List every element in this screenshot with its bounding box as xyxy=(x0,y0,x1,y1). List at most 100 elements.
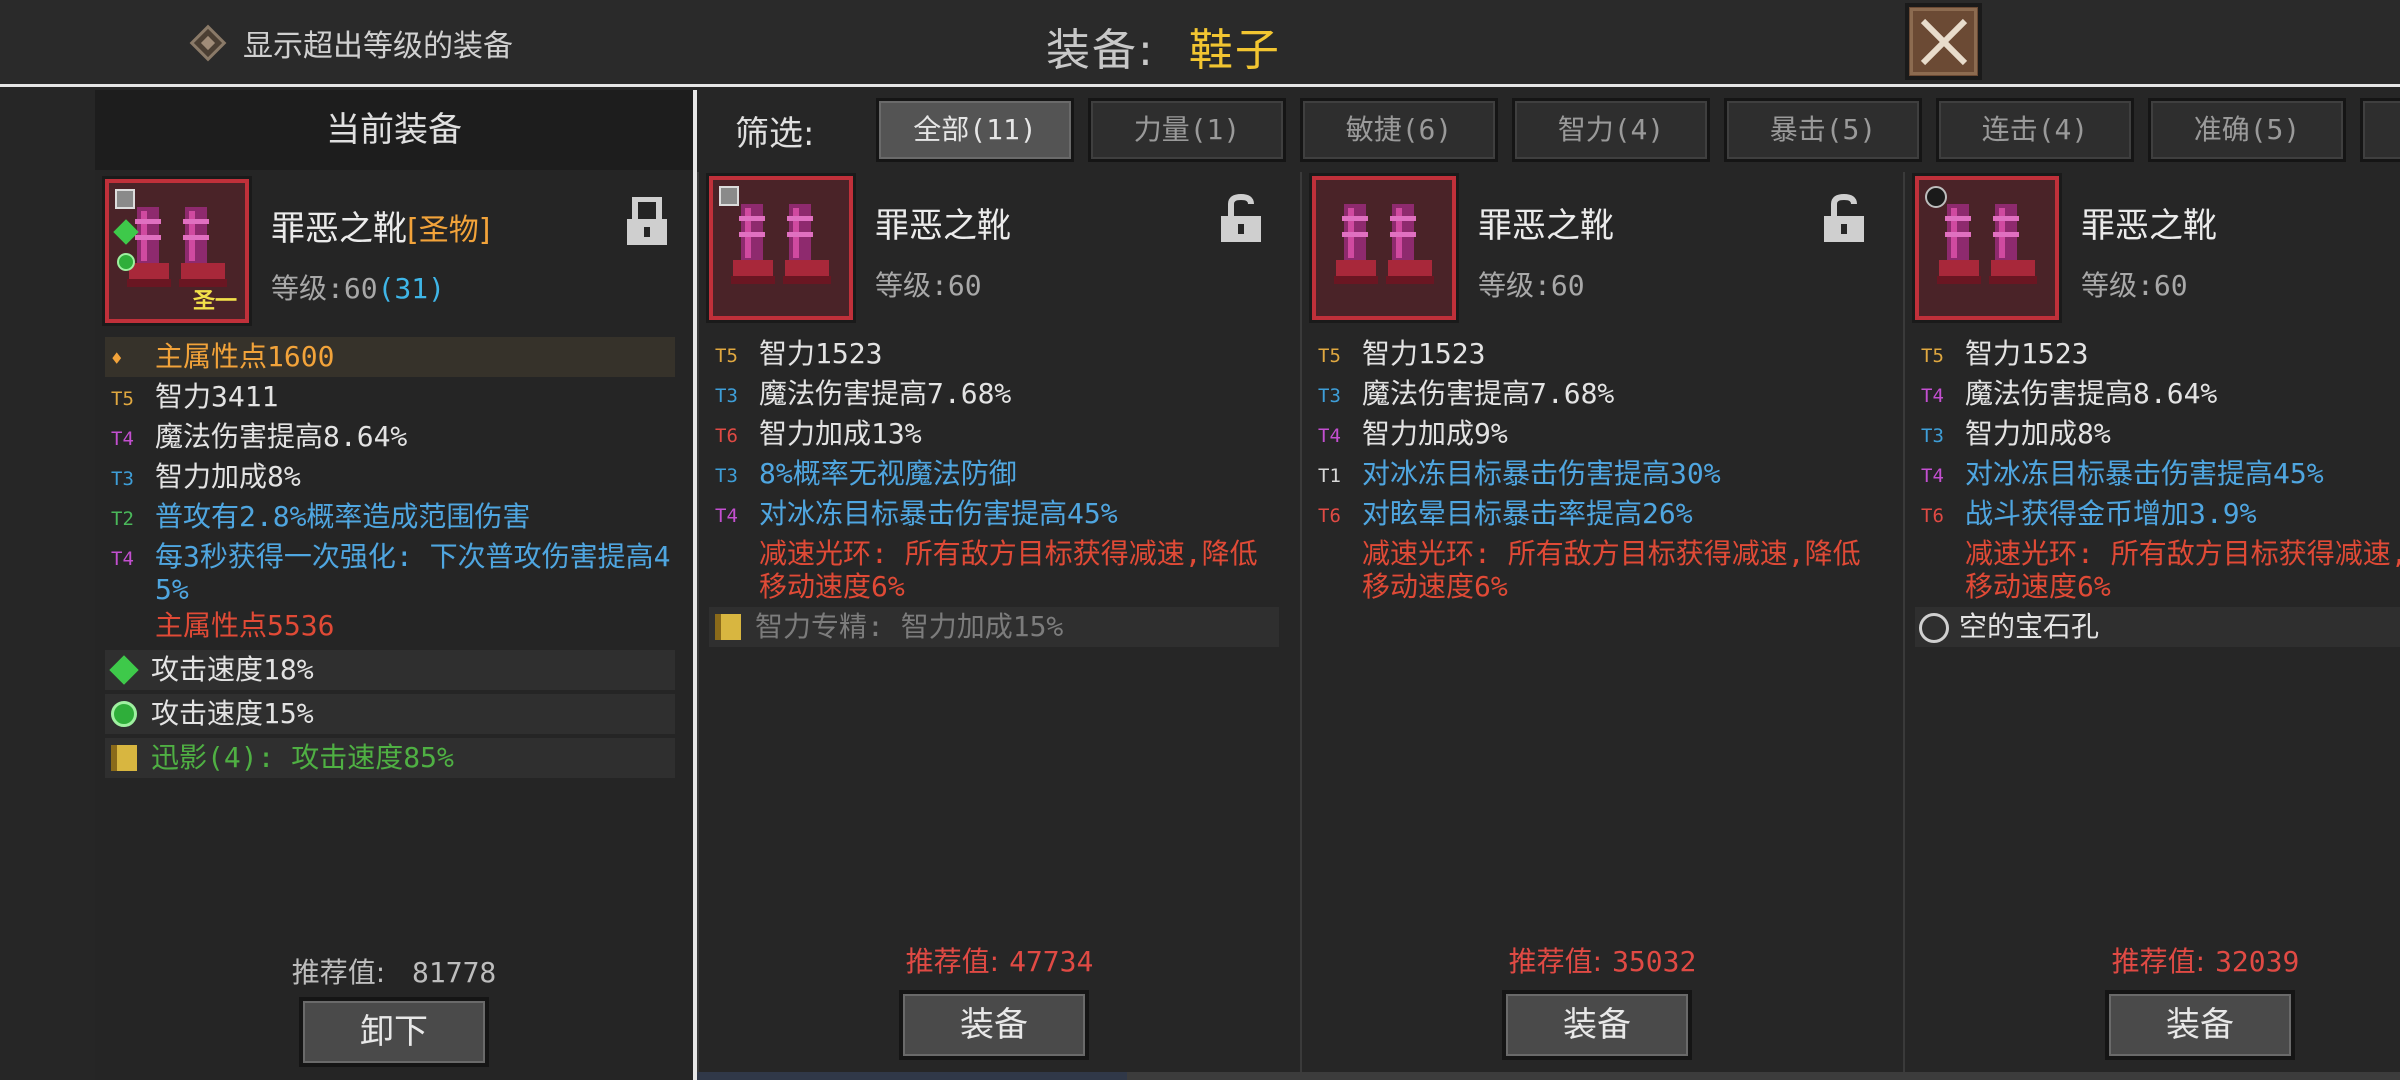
attr-text: 智力加成13% xyxy=(759,417,922,450)
main-attr-text: 主属性点1600 xyxy=(155,340,335,373)
socket-row: 空的宝石孔 xyxy=(1915,607,2400,647)
close-button[interactable] xyxy=(1905,3,1982,80)
filter-tab[interactable]: 全部(11) xyxy=(876,98,1074,162)
tier-label: T2 xyxy=(111,508,134,530)
lock-open-icon[interactable] xyxy=(1219,194,1263,244)
item-icon-frame[interactable]: 圣一 xyxy=(102,176,252,326)
current-equipment-panel: 当前装备 圣一 罪恶之靴[圣物] 等级:60(31) ♦ 主属性点1600 T5… xyxy=(95,90,693,1080)
recommend-label: 推荐值: xyxy=(2111,945,2206,978)
tier-label: T3 xyxy=(715,385,738,407)
flame-icon: ♦ xyxy=(111,348,123,370)
filter-tab[interactable]: 暴击(5) xyxy=(1724,98,1922,162)
attr-list: T5 智力1523 T4 魔法伤害提高8.64% T3 智力加成8% T4 对冰冻目标暴击伤害… xyxy=(1915,334,2400,647)
tier-label: T4 xyxy=(111,428,134,450)
attr-row: T6 智力加成13% xyxy=(709,414,1299,454)
current-item-level: 等级:60(31) xyxy=(271,267,445,307)
filter-tab[interactable]: 智力(4) xyxy=(1512,98,1710,162)
item-icon-frame[interactable] xyxy=(706,173,856,323)
attr-text: 普攻有2.8%概率造成范围伤害 xyxy=(155,500,531,533)
current-attr-list: ♦ 主属性点1600 T5 智力3411 T4 魔法伤害提高8.64% T3 智力加成8%… xyxy=(105,337,675,778)
tier-label: T4 xyxy=(715,505,738,527)
item-name-text: 罪恶之靴 xyxy=(271,209,407,249)
bonus-attr-row: 主属性点5536 xyxy=(105,606,675,646)
item-level: 等级:60 xyxy=(2081,269,2188,302)
attr-text: 智力加成9% xyxy=(1362,417,1508,450)
attr-text: 智力1523 xyxy=(1965,337,2089,370)
attr-row: T4 魔法伤害提高8.64% xyxy=(105,417,675,457)
filter-tab[interactable]: 力量(1) xyxy=(1088,98,1286,162)
filter-tab[interactable]: 连击(4) xyxy=(1936,98,2134,162)
equip-button[interactable]: 装备 xyxy=(1502,990,1692,1060)
attr-row: T3 魔法伤害提高7.68% xyxy=(709,374,1299,414)
filter-tab[interactable]: 功 xyxy=(2360,98,2400,162)
gem-row: 攻击速度18% xyxy=(105,650,675,690)
horizontal-scrollbar[interactable] xyxy=(697,1072,2400,1080)
aura-row: 减速光环: 所有敌方目标获得减速,降低移动速度6% xyxy=(1312,534,1902,603)
equip-button[interactable]: 装备 xyxy=(899,990,1089,1060)
level-extra: (31) xyxy=(377,272,446,305)
tier-label: T6 xyxy=(1318,505,1341,527)
item-icon-frame[interactable] xyxy=(1912,173,2062,323)
scrollbar-thumb[interactable] xyxy=(697,1072,1127,1080)
attr-text: 魔法伤害提高8.64% xyxy=(1965,377,2218,410)
attr-text: 智力加成8% xyxy=(1965,417,2111,450)
unequip-button[interactable]: 卸下 xyxy=(299,997,489,1067)
tier-label: T5 xyxy=(111,388,134,410)
aura-row: 减速光环: 所有敌方目标获得减速,降低移动速度6% xyxy=(1915,534,2400,603)
item-icon-frame[interactable] xyxy=(1309,173,1459,323)
equip-button[interactable]: 装备 xyxy=(2105,990,2295,1060)
relic-badge: 圣一 xyxy=(192,289,237,314)
toggle-label: 显示超出等级的装备 xyxy=(243,29,513,64)
recommend-value: 81778 xyxy=(412,956,497,989)
lock-closed-icon[interactable] xyxy=(625,197,669,247)
attr-row: T3 智力加成8% xyxy=(105,457,675,497)
attr-text: 对冰冻目标暴击伤害提高45% xyxy=(1965,457,2324,490)
empty-socket-icon xyxy=(1925,186,1947,208)
filter-tab[interactable]: 敏捷(6) xyxy=(1300,98,1498,162)
recommend-score: 推荐值: 35032 xyxy=(1302,940,1903,980)
attr-text: 魔法伤害提高7.68% xyxy=(1362,377,1615,410)
candidate-item-card: 罪恶之靴 等级:60 T5 智力1523 T4 魔法伤害提高8.64% T3 智力加成8% T4… xyxy=(1903,172,2400,1080)
tier-label: T5 xyxy=(1318,345,1341,367)
aura-spacer xyxy=(1915,537,1965,540)
attr-text: 智力3411 xyxy=(155,380,279,413)
item-name: 罪恶之靴 xyxy=(2081,206,2217,246)
empty-socket-icon xyxy=(1919,613,1949,643)
item-name: 罪恶之靴 xyxy=(875,206,1011,246)
aura-spacer xyxy=(709,537,759,540)
set-bonus-row: 迅影(4): 攻击速度85% xyxy=(105,738,675,778)
lock-open-icon[interactable] xyxy=(1822,194,1866,244)
scroll-icon xyxy=(111,745,137,771)
toggle-diamond-icon[interactable] xyxy=(189,24,227,62)
attr-text: 战斗获得金币增加3.9% xyxy=(1965,497,2257,530)
attr-row: T4 对冰冻目标暴击伤害提高45% xyxy=(1915,454,2400,494)
tier-label: T5 xyxy=(715,345,738,367)
candidate-item-card: 罪恶之靴 等级:60 T5 智力1523 T3 魔法伤害提高7.68% T4 智力加成9% T1… xyxy=(1300,172,1903,1080)
tier-label: T3 xyxy=(111,468,134,490)
recommend-score: 推荐值: 81778 xyxy=(95,951,693,991)
tier-label: T4 xyxy=(111,548,134,570)
attr-row: T5 智力1523 xyxy=(1915,334,2400,374)
attr-row: T3 智力加成8% xyxy=(1915,414,2400,454)
attr-row: T4 魔法伤害提高8.64% xyxy=(1915,374,2400,414)
boots-icon xyxy=(1334,204,1434,284)
attr-row: T4 智力加成9% xyxy=(1312,414,1902,454)
close-icon[interactable] xyxy=(1913,11,1975,73)
show-overlevel-toggle[interactable]: 显示超出等级的装备 xyxy=(189,20,513,66)
tier-label: T4 xyxy=(1921,385,1944,407)
page-title: 装备: 鞋子 xyxy=(1046,14,1281,78)
attr-row: T6 对眩晕目标暴击率提高26% xyxy=(1312,494,1902,534)
attr-row: T3 魔法伤害提高7.68% xyxy=(1312,374,1902,414)
scroll-icon xyxy=(715,614,741,640)
recommend-score: 推荐值: 32039 xyxy=(1905,940,2400,980)
current-equipment-header: 当前装备 xyxy=(95,90,693,170)
socket-text: 空的宝石孔 xyxy=(1959,610,2100,643)
attr-row: T6 战斗获得金币增加3.9% xyxy=(1915,494,2400,534)
boots-icon xyxy=(731,204,831,284)
aura-text: 减速光环: 所有敌方目标获得减速,降低移动速度6% xyxy=(1362,537,1861,603)
filter-tab[interactable]: 准确(5) xyxy=(2148,98,2346,162)
gem-row: 攻击速度15% xyxy=(105,694,675,734)
recommend-value: 32039 xyxy=(2215,945,2300,978)
recommend-value: 47734 xyxy=(1009,945,1094,978)
tier-label: T4 xyxy=(1318,425,1341,447)
